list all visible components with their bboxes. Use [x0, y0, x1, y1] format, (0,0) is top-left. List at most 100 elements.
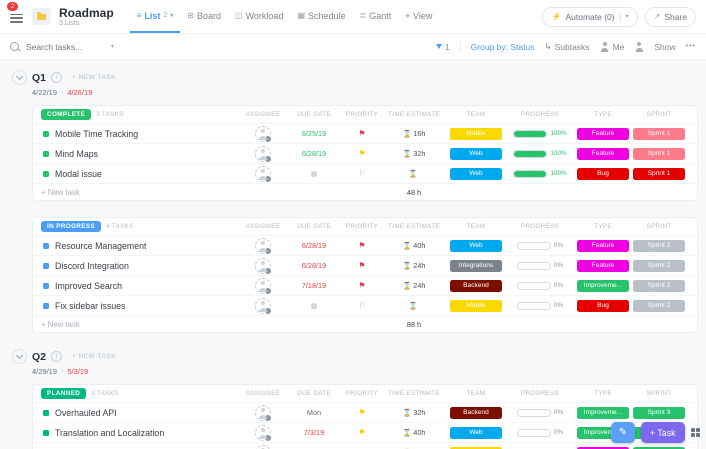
task-row[interactable]: Resource Management 6/28/19 ⚑ ⌛40h Web 0… [33, 235, 697, 255]
sprint-chip[interactable]: Sprint 3 [633, 407, 685, 419]
space-folder-icon[interactable] [32, 8, 51, 25]
type-chip[interactable]: Improveme... [577, 407, 629, 419]
priority-flag-icon[interactable]: ⚑ [358, 409, 365, 417]
task-name[interactable]: Resource Management [55, 241, 146, 251]
assignees-icon[interactable] [634, 42, 644, 52]
task-name[interactable]: Discord Integration [55, 261, 129, 271]
team-chip[interactable]: Web [450, 168, 502, 180]
task-name[interactable]: Fix sidebar issues [55, 301, 125, 311]
column-header-progress[interactable]: PROGRESS [507, 390, 573, 397]
column-header-type[interactable]: TYPE [573, 223, 633, 230]
task-row[interactable]: Mobile Time Tracking 6/25/19 ⚑ ⌛16h Mobi… [33, 123, 697, 143]
task-row[interactable]: Improved Search 7/18/19 ⚑ ⌛24h Backend 0… [33, 275, 697, 295]
new-doc-button[interactable]: ✎ [611, 422, 635, 443]
sprint-chip[interactable]: Sprint 2 [633, 260, 685, 272]
type-chip[interactable]: Feature [577, 260, 629, 272]
priority-flag-icon[interactable]: ⚑ [358, 282, 365, 290]
tab-add-view[interactable]: + View [398, 0, 439, 33]
assignee-avatar-icon[interactable] [255, 405, 271, 421]
task-row[interactable]: Discord Integration 6/28/19 ⚑ ⌛24h Integ… [33, 255, 697, 275]
due-date[interactable]: 7/3/19 [304, 428, 324, 437]
task-status-bullet[interactable] [43, 131, 49, 137]
info-icon[interactable]: i [51, 351, 62, 362]
priority-flag-icon[interactable]: ⚑ [358, 262, 365, 270]
task-row[interactable]: Overhauled API Mon ⚑ ⌛32h Backend 0% Imp… [33, 402, 697, 422]
column-header-time-estimate[interactable]: TIME ESTIMATE [383, 223, 445, 230]
column-header-assignee[interactable]: ASSIGNEE [239, 111, 287, 118]
due-date[interactable]: Mon [307, 408, 321, 417]
type-chip[interactable]: Feature [577, 240, 629, 252]
task-row[interactable]: Modal issue ▦ ⚐ ⌛ Web 100% Bug Sprint 1 [33, 163, 697, 183]
filter-button[interactable]: 1 [436, 42, 450, 52]
progress-bar[interactable] [517, 262, 551, 270]
sprint-chip[interactable]: Sprint 2 [633, 300, 685, 312]
assignee-avatar-icon[interactable] [255, 445, 271, 449]
column-header-priority[interactable]: PRIORITY [341, 390, 383, 397]
automate-button[interactable]: ⚡ Automate (0) ▾ [542, 7, 637, 27]
sprint-chip[interactable]: Sprint 2 [633, 240, 685, 252]
assignee-avatar-icon[interactable] [255, 278, 271, 294]
start-date[interactable]: 4/29/19 [32, 367, 57, 376]
assignee-avatar-icon[interactable] [255, 146, 271, 162]
tab-schedule[interactable]: ▦ Schedule [290, 0, 352, 33]
column-header-type[interactable]: TYPE [573, 390, 633, 397]
collapse-chevron-icon[interactable] [12, 70, 27, 85]
new-task-link[interactable]: + NEW TASK [72, 353, 116, 360]
tab-board[interactable]: ⊞ Board [180, 0, 228, 33]
collapse-chevron-icon[interactable] [12, 349, 27, 364]
end-date[interactable]: 4/26/19 [67, 88, 92, 97]
progress-bar[interactable] [517, 429, 551, 437]
tab-list[interactable]: ≡ List 2 ▾ [130, 0, 181, 33]
due-date[interactable]: 6/28/19 [302, 149, 326, 158]
task-name[interactable]: Translation and Localization [55, 428, 164, 438]
calendar-icon[interactable]: ▦ [311, 170, 318, 178]
end-date[interactable]: 5/3/19 [67, 367, 88, 376]
column-header-priority[interactable]: PRIORITY [341, 223, 383, 230]
team-chip[interactable]: Mobile [450, 128, 502, 140]
subtasks-button[interactable]: ↳ Subtasks [544, 41, 589, 52]
assignee-avatar-icon[interactable] [255, 126, 271, 142]
team-chip[interactable]: Mobile [450, 300, 502, 312]
column-header-team[interactable]: TEAM [445, 390, 507, 397]
me-filter-button[interactable]: Me [600, 42, 625, 52]
column-header-due-date[interactable]: DUE DATE [287, 223, 341, 230]
column-header-assignee[interactable]: ASSIGNEE [239, 223, 287, 230]
chevron-down-icon[interactable]: ▾ [626, 13, 629, 20]
sprint-chip[interactable]: Sprint 1 [633, 148, 685, 160]
column-header-sprint[interactable]: SPRINT [633, 390, 685, 397]
time-estimate[interactable]: 24h [413, 281, 425, 290]
app-grid-icon[interactable] [691, 428, 701, 438]
task-status-bullet[interactable] [43, 303, 49, 309]
share-button[interactable]: ↗ Share [645, 7, 696, 27]
tab-gantt[interactable]: ≣ Gantt [353, 0, 399, 33]
time-estimate[interactable]: 24h [413, 261, 425, 270]
column-header-type[interactable]: TYPE [573, 111, 633, 118]
due-date[interactable]: 6/25/19 [302, 129, 326, 138]
type-chip[interactable]: Bug [577, 168, 629, 180]
progress-bar[interactable] [513, 170, 547, 178]
assignee-avatar-icon[interactable] [255, 298, 271, 314]
due-date[interactable]: 6/28/19 [302, 261, 326, 270]
add-task-row[interactable]: + New task [41, 188, 239, 197]
column-header-sprint[interactable]: SPRINT [633, 223, 685, 230]
start-date[interactable]: 4/22/19 [32, 88, 57, 97]
priority-flag-icon[interactable]: ⚐ [358, 302, 365, 310]
time-estimate[interactable]: 40h [413, 428, 425, 437]
info-icon[interactable]: i [51, 72, 62, 83]
column-header-team[interactable]: TEAM [445, 111, 507, 118]
task-status-bullet[interactable] [43, 283, 49, 289]
group-by-button[interactable]: Group by: Status [471, 42, 535, 52]
task-row[interactable]: Translation and Localization 7/3/19 ⚑ ⌛4… [33, 422, 697, 442]
new-task-link[interactable]: + NEW TASK [72, 74, 116, 81]
due-date[interactable]: 7/18/19 [302, 281, 326, 290]
task-name[interactable]: Overhauled API [55, 408, 117, 418]
column-header-sprint[interactable]: SPRINT [633, 111, 685, 118]
column-header-priority[interactable]: PRIORITY [341, 111, 383, 118]
task-name[interactable]: Mind Maps [55, 149, 98, 159]
progress-bar[interactable] [517, 409, 551, 417]
time-estimate[interactable]: 40h [413, 241, 425, 250]
chevron-down-icon[interactable]: ▾ [111, 43, 114, 50]
team-chip[interactable]: Backend [450, 280, 502, 292]
team-chip[interactable]: Web [450, 148, 502, 160]
team-chip[interactable]: Web [450, 427, 502, 439]
